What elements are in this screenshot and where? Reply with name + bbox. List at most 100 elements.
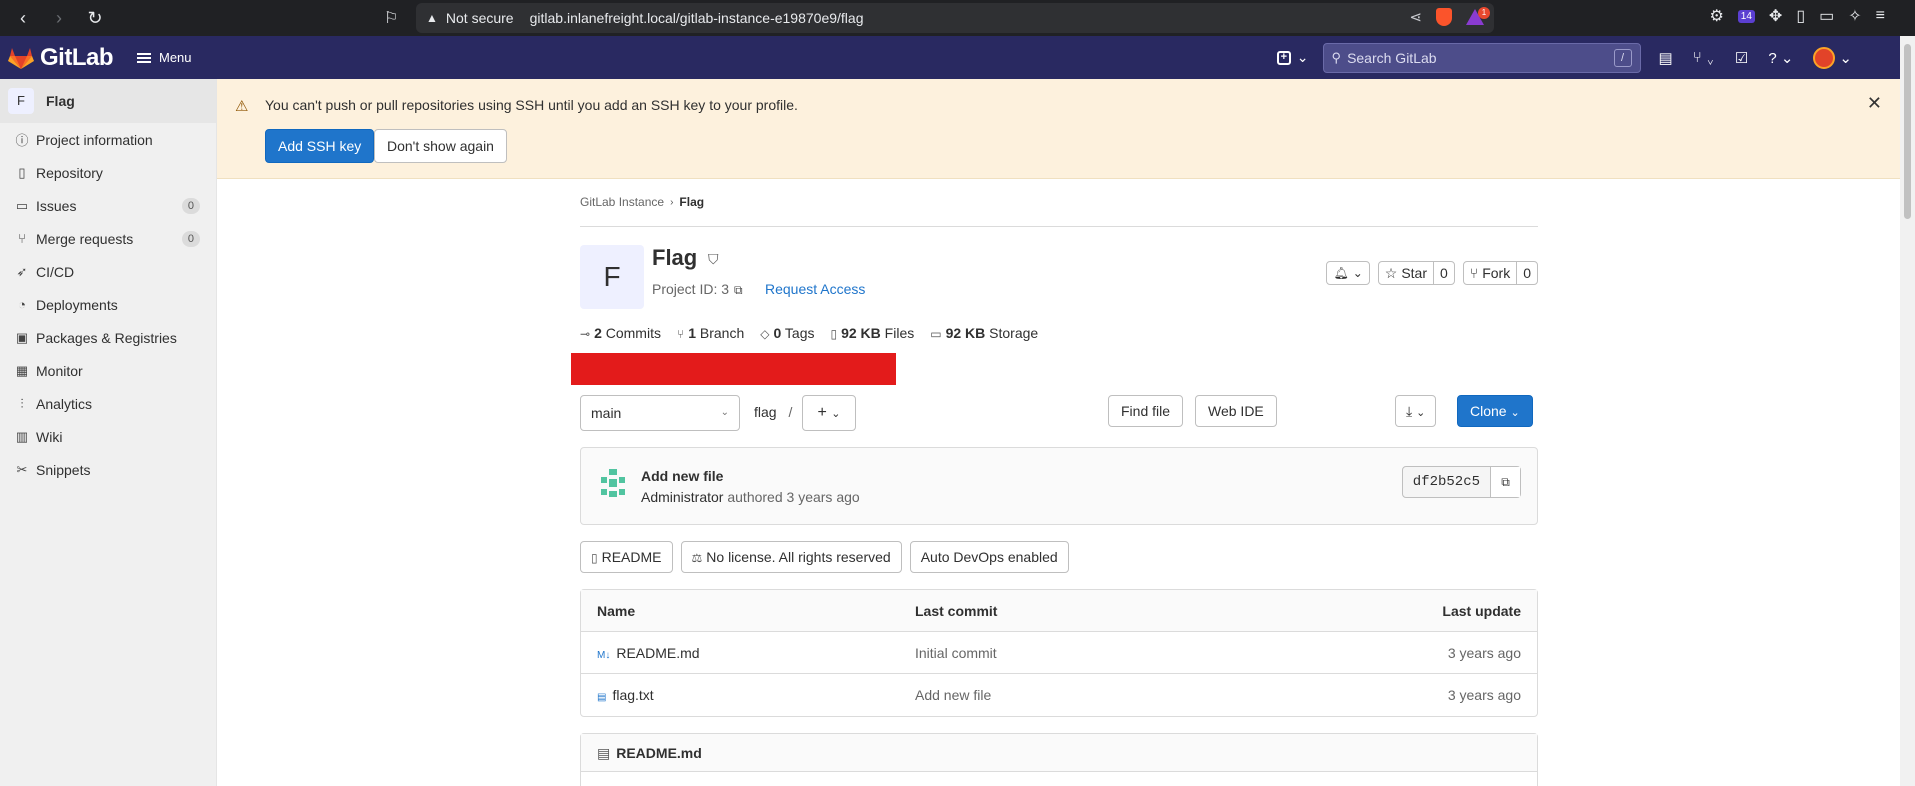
share-icon[interactable]: ⋖ (1409, 8, 1422, 26)
web-ide-button[interactable]: Web IDE (1195, 395, 1277, 427)
notification-dropdown[interactable]: 🔔︎ ⌄ (1326, 261, 1370, 285)
branch-name: main (591, 405, 622, 421)
close-icon[interactable]: ✕ (1867, 93, 1882, 114)
menu-button[interactable]: Menu (137, 50, 192, 65)
copy-icon[interactable]: ⧉ (1490, 467, 1520, 497)
merge-requests-count: 0 (181, 231, 200, 247)
project-name: Flag (46, 93, 75, 109)
commit-sha[interactable]: df2b52c5 (1403, 467, 1490, 497)
sidebar-item-monitor[interactable]: ▦ Monitor (0, 354, 216, 387)
file-last-commit[interactable]: Add new file (915, 687, 991, 703)
sidebar-toggle-icon[interactable]: ▯ (1796, 6, 1805, 26)
star-button[interactable]: ☆ Star 0 (1377, 261, 1455, 285)
bookmark-icon[interactable]: ⚐ (384, 8, 398, 28)
branches-stat[interactable]: ⑂ 1 Branch (677, 325, 744, 341)
copy-icon[interactable]: ⧉ (734, 283, 743, 298)
issues-icon[interactable]: ▤ (1659, 49, 1673, 67)
sidebar-item-wiki[interactable]: ▥ Wiki (0, 420, 216, 453)
search-icon: ⚲ (1331, 49, 1342, 65)
fork-button[interactable]: ⑂ Fork 0 (1462, 261, 1538, 285)
file-name[interactable]: README.md (616, 645, 699, 661)
chart-icon: ⫶ (20, 395, 24, 411)
shield-icon: ⛉ (708, 251, 719, 267)
path-root[interactable]: flag (754, 404, 777, 420)
security-status[interactable]: Not secure (446, 10, 514, 26)
file-name[interactable]: flag.txt (612, 687, 653, 703)
leo-icon[interactable]: ✧ (1848, 6, 1861, 26)
sidebar-item-snippets[interactable]: ✂ Snippets (0, 453, 216, 486)
dont-show-again-button[interactable]: Don't show again (374, 129, 507, 163)
add-ssh-key-button[interactable]: Add SSH key (265, 129, 375, 163)
breadcrumb-parent[interactable]: GitLab Instance (580, 195, 664, 209)
breadcrumb-current[interactable]: Flag (679, 195, 704, 209)
readme-button[interactable]: ▯ README (580, 541, 673, 573)
commit-author[interactable]: Administrator (641, 489, 723, 505)
table-row[interactable]: ▤ flag.txt Add new file 3 years ago (581, 674, 1537, 716)
sidebar-item-project-information[interactable]: ⓘ Project information (0, 123, 216, 156)
browser-menu-icon[interactable]: ≡ (1876, 7, 1885, 25)
brave-shields-icon[interactable] (1436, 8, 1452, 26)
scrollbar[interactable] (1900, 36, 1915, 786)
download-dropdown[interactable]: ⤓ ⌄ (1395, 395, 1437, 427)
scrollbar-thumb[interactable] (1904, 44, 1911, 219)
address-bar[interactable]: ▲ Not secure gitlab.inlanefreight.local/… (416, 3, 1494, 33)
file-last-commit[interactable]: Initial commit (915, 645, 997, 661)
files-stat[interactable]: ▯ 92 KB Files (830, 325, 914, 341)
add-to-tree-dropdown[interactable]: + ⌄ (802, 395, 856, 431)
extension-icon[interactable]: ⚙ (1709, 6, 1723, 26)
extension-badge[interactable]: 14 (1737, 9, 1755, 23)
clone-label: Clone (1470, 403, 1507, 419)
page-title: Flag (652, 245, 698, 270)
sidebar-project-header[interactable]: F Flag (0, 79, 216, 123)
new-dropdown[interactable]: + ⌄ (1276, 49, 1309, 66)
star-count[interactable]: 0 (1433, 262, 1454, 284)
license-button[interactable]: ⚖ No license. All rights reserved (680, 541, 902, 573)
forward-icon[interactable]: › (48, 8, 70, 29)
wallet-icon[interactable]: ▭ (1819, 6, 1834, 26)
clone-button[interactable]: Clone ⌄ (1457, 395, 1533, 427)
storage-stat[interactable]: ▭ 92 KB Storage (930, 325, 1038, 341)
file-icon: ▯ (591, 551, 598, 565)
sidebar-item-packages[interactable]: ▣ Packages & Registries (0, 321, 216, 354)
brave-rewards-icon[interactable]: 1 (1466, 7, 1490, 25)
sidebar-item-deployments[interactable]: ◔ Deployments (0, 288, 216, 321)
logo-text: GitLab (40, 43, 114, 71)
sidebar-item-label: Merge requests (36, 230, 134, 247)
sidebar-item-repository[interactable]: ▯ Repository (0, 156, 216, 189)
search-placeholder: Search GitLab (1347, 49, 1437, 66)
sidebar-item-label: CI/CD (36, 263, 75, 280)
project-stats: ⊸ 2 Commits ⑂ 1 Branch ◇ 0 Tags ▯ 92 KB File… (580, 325, 1038, 341)
user-menu[interactable]: ⌄ (1813, 46, 1852, 69)
readme-title[interactable]: README.md (616, 745, 702, 761)
search-input[interactable]: ⚲ Search GitLab / (1322, 42, 1641, 73)
puzzle-icon[interactable]: ✥ (1769, 6, 1782, 26)
file-tree-table: Name Last commit Last update M↓ README.md… (580, 589, 1538, 717)
merge-requests-icon[interactable]: ⑂ ⌄ (1693, 49, 1715, 66)
request-access-link[interactable]: Request Access (765, 281, 865, 297)
sidebar-item-analytics[interactable]: ⫶ Analytics (0, 387, 216, 420)
tags-stat[interactable]: ◇ 0 Tags (760, 325, 814, 341)
sidebar-item-label: Packages & Registries (36, 329, 177, 346)
table-row[interactable]: M↓ README.md Initial commit 3 years ago (581, 632, 1537, 674)
help-icon[interactable]: ? ⌄ (1768, 49, 1793, 67)
commit-title[interactable]: Add new file (641, 468, 723, 484)
sidebar-item-label: Deployments (36, 296, 118, 313)
reload-icon[interactable]: ↻ (84, 8, 106, 29)
commits-stat[interactable]: ⊸ 2 Commits (580, 325, 661, 341)
tree-controls: main ⌄ flag / + ⌄ Find file Web IDE ⤓ ⌄ … (580, 395, 1538, 431)
book-icon: ▯ (18, 164, 26, 180)
hamburger-icon (137, 52, 151, 63)
project-sidebar: F Flag ⓘ Project information ▯ Repository … (0, 79, 217, 786)
url-text[interactable]: gitlab.inlanefreight.local/gitlab-instan… (530, 10, 864, 26)
sidebar-item-merge-requests[interactable]: ⑂ Merge requests 0 (0, 222, 216, 255)
branch-selector[interactable]: main ⌄ (580, 395, 740, 431)
auto-devops-button[interactable]: Auto DevOps enabled (909, 541, 1069, 573)
sidebar-item-cicd[interactable]: ➶ CI/CD (0, 255, 216, 288)
sidebar-item-label: Project information (36, 131, 153, 148)
fork-count[interactable]: 0 (1516, 262, 1537, 284)
back-icon[interactable]: ‹ (12, 8, 34, 29)
todo-icon[interactable]: ☑ (1735, 49, 1748, 67)
sidebar-item-issues[interactable]: ▭ Issues 0 (0, 189, 216, 222)
find-file-button[interactable]: Find file (1108, 395, 1184, 427)
gitlab-logo[interactable]: GitLab (8, 43, 114, 72)
